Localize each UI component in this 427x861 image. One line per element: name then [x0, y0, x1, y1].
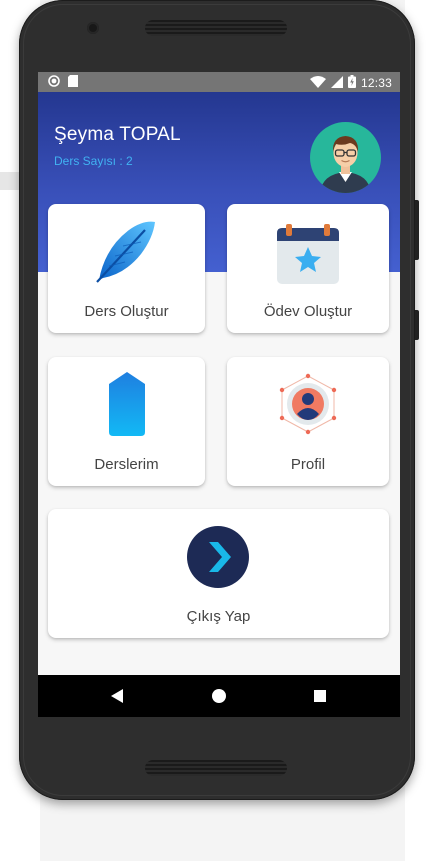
profile-card[interactable]: Profil	[227, 357, 389, 486]
navigation-bar	[38, 675, 400, 717]
recents-square-icon[interactable]	[309, 685, 331, 707]
user-name: Şeyma TOPAL	[54, 124, 181, 145]
notification-circle-icon	[48, 75, 60, 90]
sd-card-icon	[68, 75, 78, 90]
home-circle-icon[interactable]	[208, 685, 230, 707]
my-courses-label: Derslerim	[94, 456, 159, 473]
profile-label: Profil	[290, 456, 326, 473]
feather-icon	[95, 218, 157, 289]
front-camera	[87, 22, 99, 34]
create-homework-card[interactable]: Ödev Oluştur	[227, 204, 389, 333]
bottom-speaker	[145, 760, 287, 776]
status-bar: 12:33	[38, 72, 400, 92]
profile-network-icon	[276, 372, 340, 441]
exit-arrow-icon	[187, 526, 249, 593]
earpiece-speaker	[145, 20, 287, 36]
create-homework-label: Ödev Oluştur	[263, 303, 353, 320]
logout-label: Çıkış Yap	[186, 608, 251, 625]
battery-icon	[347, 75, 356, 91]
create-course-label: Ders Oluştur	[84, 303, 169, 320]
status-time: 12:33	[360, 76, 392, 90]
bookmark-tag-icon	[109, 372, 145, 441]
my-courses-card[interactable]: Derslerim	[48, 357, 205, 486]
logout-card[interactable]: Çıkış Yap	[48, 509, 389, 638]
course-count: Ders Sayısı : 2	[54, 154, 133, 168]
user-avatar-icon[interactable]	[310, 122, 381, 193]
power-button[interactable]	[415, 310, 419, 340]
signal-icon	[330, 75, 343, 91]
calendar-star-icon	[277, 224, 339, 289]
create-course-card[interactable]: Ders Oluştur	[48, 204, 205, 333]
app-screen: 12:33 Şeyma TOPAL Ders Sayısı : 2 Ders O…	[38, 72, 400, 717]
back-triangle-icon[interactable]	[107, 685, 129, 707]
volume-button[interactable]	[415, 200, 419, 260]
wifi-icon	[309, 75, 326, 91]
